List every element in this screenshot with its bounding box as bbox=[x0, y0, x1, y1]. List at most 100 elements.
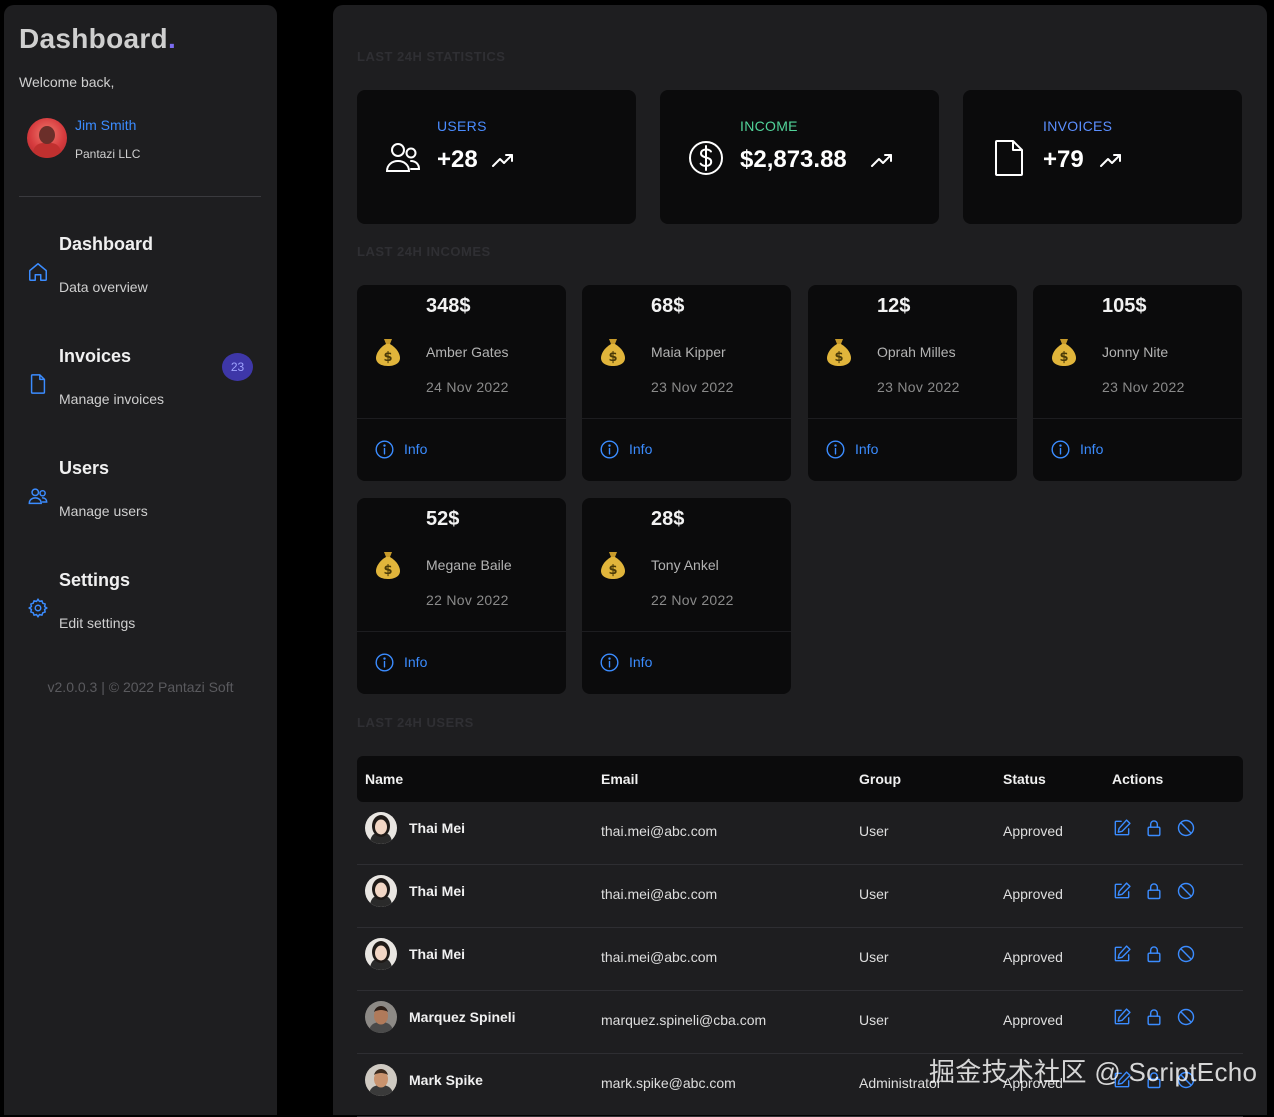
user-avatar bbox=[365, 1064, 397, 1096]
edit-icon[interactable] bbox=[1112, 944, 1132, 964]
welcome-text: Welcome back, bbox=[19, 74, 115, 90]
info-icon bbox=[1051, 439, 1070, 459]
card-divider bbox=[357, 631, 566, 632]
trend-up-icon bbox=[1100, 154, 1121, 167]
column-header-group[interactable]: Group bbox=[859, 771, 901, 787]
table-row: Thai Mei thai.mei@abc.com User Approved bbox=[357, 928, 1243, 991]
section-title-stats: LAST 24H STATISTICS bbox=[357, 49, 506, 64]
user-name: Marquez Spineli bbox=[409, 1009, 516, 1025]
card-divider bbox=[1033, 418, 1242, 419]
watermark: 掘金技术社区 @ ScriptEcho bbox=[929, 1057, 1258, 1087]
column-header-name[interactable]: Name bbox=[365, 771, 403, 787]
info-icon bbox=[600, 439, 619, 459]
edit-icon[interactable] bbox=[1112, 881, 1132, 901]
svg-text:$: $ bbox=[834, 350, 843, 365]
home-icon bbox=[29, 263, 47, 281]
sidebar-item-title: Settings bbox=[59, 570, 131, 590]
sidebar-item-subtitle: Edit settings bbox=[59, 615, 136, 631]
column-header-actions: Actions bbox=[1112, 771, 1164, 787]
users-table-header: Name Email Group Status Actions bbox=[357, 756, 1243, 802]
user-status: Approved bbox=[1003, 1012, 1063, 1028]
users-icon bbox=[28, 488, 48, 505]
user-group: User bbox=[859, 886, 889, 902]
info-button[interactable]: Info bbox=[599, 651, 652, 673]
income-amount: 105$ bbox=[1102, 295, 1147, 317]
income-card: 52$ $ Megane Baile 22 Nov 2022 Info bbox=[357, 498, 566, 694]
stat-card-income: INCOME $2,873.88 bbox=[660, 90, 939, 224]
column-header-email[interactable]: Email bbox=[601, 771, 638, 787]
income-amount: 68$ bbox=[651, 295, 685, 317]
info-button[interactable]: Info bbox=[374, 438, 427, 460]
file-icon bbox=[995, 140, 1023, 176]
lock-icon[interactable] bbox=[1144, 944, 1164, 964]
money-bag-icon: $ bbox=[376, 339, 400, 366]
income-payer: Megane Baile bbox=[426, 557, 512, 573]
info-button[interactable]: Info bbox=[825, 438, 878, 460]
ban-icon[interactable] bbox=[1176, 818, 1196, 838]
user-name: Thai Mei bbox=[409, 883, 466, 899]
ban-icon[interactable] bbox=[1176, 881, 1196, 901]
sidebar-item-users[interactable]: Users Manage users bbox=[19, 453, 261, 523]
income-card: 68$ $ Maia Kipper 23 Nov 2022 Info bbox=[582, 285, 791, 481]
user-email: thai.mei@abc.com bbox=[601, 949, 718, 965]
info-icon bbox=[826, 439, 845, 459]
user-status: Approved bbox=[1003, 886, 1063, 902]
income-date: 22 Nov 2022 bbox=[426, 592, 509, 608]
income-date: 23 Nov 2022 bbox=[1102, 379, 1185, 395]
main-content: LAST 24H STATISTICS USERS +28 INCOME $2,… bbox=[333, 5, 1267, 1117]
lock-icon[interactable] bbox=[1144, 818, 1164, 838]
money-bag-icon: $ bbox=[827, 339, 851, 366]
info-button[interactable]: Info bbox=[599, 438, 652, 460]
sidebar-item-invoices[interactable]: Invoices Manage invoices 23 bbox=[19, 341, 261, 411]
income-date: 23 Nov 2022 bbox=[877, 379, 960, 395]
info-label: Info bbox=[629, 654, 653, 670]
lock-icon[interactable] bbox=[1144, 1007, 1164, 1027]
brand-logo: Dashboard. bbox=[19, 23, 177, 54]
sidebar-item-title: Dashboard bbox=[59, 234, 154, 254]
user-avatar bbox=[365, 1001, 397, 1033]
ban-icon[interactable] bbox=[1176, 1007, 1196, 1027]
user-avatar bbox=[365, 812, 397, 844]
stat-value: +28 bbox=[437, 146, 478, 173]
sidebar-item-subtitle: Data overview bbox=[59, 279, 148, 295]
income-amount: 28$ bbox=[651, 508, 685, 530]
stat-label: INVOICES bbox=[1043, 118, 1113, 134]
gear-icon bbox=[28, 598, 48, 618]
user-group: User bbox=[859, 949, 889, 965]
income-card: 28$ $ Tony Ankel 22 Nov 2022 Info bbox=[582, 498, 791, 694]
stat-value: $2,873.88 bbox=[740, 146, 847, 173]
edit-icon[interactable] bbox=[1112, 818, 1132, 838]
user-group: User bbox=[859, 823, 889, 839]
sidebar-divider bbox=[19, 196, 261, 197]
user-name-link[interactable]: Jim Smith bbox=[75, 117, 136, 133]
lock-icon[interactable] bbox=[1144, 881, 1164, 901]
ban-icon[interactable] bbox=[1176, 944, 1196, 964]
info-button[interactable]: Info bbox=[374, 651, 427, 673]
user-email: thai.mei@abc.com bbox=[601, 823, 718, 839]
info-button[interactable]: Info bbox=[1050, 438, 1103, 460]
user-avatar[interactable] bbox=[27, 118, 67, 158]
info-label: Info bbox=[404, 441, 428, 457]
income-amount: 348$ bbox=[426, 295, 471, 317]
svg-text:$: $ bbox=[1059, 350, 1068, 365]
sidebar-item-dashboard[interactable]: Dashboard Data overview bbox=[19, 229, 261, 299]
card-divider bbox=[582, 418, 791, 419]
sidebar-item-subtitle: Manage users bbox=[59, 503, 148, 519]
dollar-circle-icon bbox=[689, 141, 723, 175]
user-email: thai.mei@abc.com bbox=[601, 886, 718, 902]
user-company: Pantazi LLC bbox=[75, 147, 141, 161]
income-date: 22 Nov 2022 bbox=[651, 592, 734, 608]
income-payer: Amber Gates bbox=[426, 344, 509, 360]
income-date: 23 Nov 2022 bbox=[651, 379, 734, 395]
income-card: 12$ $ Oprah Milles 23 Nov 2022 Info bbox=[808, 285, 1017, 481]
income-payer: Oprah Milles bbox=[877, 344, 956, 360]
income-card: 348$ $ Amber Gates 24 Nov 2022 Info bbox=[357, 285, 566, 481]
table-row: Thai Mei thai.mei@abc.com User Approved bbox=[357, 802, 1243, 865]
income-amount: 12$ bbox=[877, 295, 911, 317]
column-header-status[interactable]: Status bbox=[1003, 771, 1046, 787]
card-divider bbox=[808, 418, 1017, 419]
income-payer: Jonny Nite bbox=[1102, 344, 1169, 360]
sidebar-item-settings[interactable]: Settings Edit settings bbox=[19, 565, 261, 635]
version-footer: v2.0.0.3 | © 2022 Pantazi Soft bbox=[47, 679, 234, 695]
edit-icon[interactable] bbox=[1112, 1007, 1132, 1027]
